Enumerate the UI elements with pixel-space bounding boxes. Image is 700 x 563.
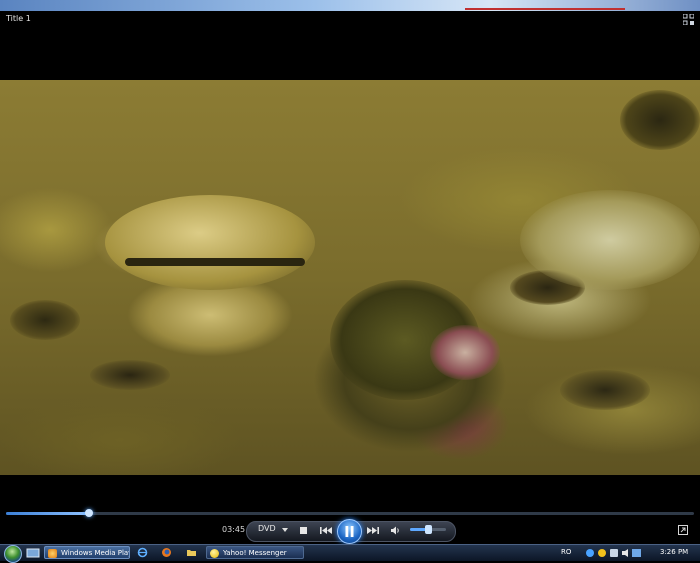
video-mussel-shape (620, 90, 700, 150)
previous-icon[interactable] (319, 525, 333, 536)
dvd-menu-button[interactable]: DVD (258, 524, 276, 533)
switch-to-library-icon[interactable] (678, 525, 688, 535)
tray-app-icon (610, 549, 618, 557)
video-mussel-shape (560, 370, 650, 410)
yahoo-messenger-icon (210, 549, 219, 558)
video-sand-patch (520, 190, 700, 290)
seek-bar-fill (6, 512, 89, 515)
language-indicator[interactable]: RO (561, 548, 571, 556)
pause-icon (345, 526, 354, 537)
media-title: Title 1 (6, 14, 31, 23)
video-shell-shape (125, 258, 305, 266)
internet-explorer-icon[interactable] (137, 547, 148, 558)
tray-volume-icon (622, 549, 628, 557)
speaker-icon[interactable] (390, 525, 401, 536)
firefox-icon[interactable] (161, 547, 172, 558)
taskbar-clock[interactable]: 3:26 PM (660, 548, 688, 556)
tray-messenger-icon (598, 549, 606, 557)
video-mussel-shape (90, 360, 170, 390)
seek-bar[interactable] (6, 509, 694, 517)
volume-slider[interactable] (410, 525, 446, 534)
tray-network-icon (586, 549, 594, 557)
taskbar: Windows Media Player Yahoo! Messenger RO… (0, 544, 700, 563)
media-player-icon (48, 549, 57, 558)
top-strip-accent (465, 8, 625, 10)
taskbar-button-windows-media-player[interactable]: Windows Media Player (44, 546, 130, 559)
player-title-bar: Title 1 (0, 11, 700, 29)
play-pause-button[interactable] (337, 519, 362, 544)
start-button[interactable] (4, 545, 22, 563)
video-claw-shape (430, 325, 500, 380)
video-shell-shape (105, 195, 315, 290)
video-mussel-shape (10, 300, 80, 340)
stop-icon[interactable] (298, 525, 309, 536)
folder-icon[interactable] (186, 547, 197, 558)
chevron-down-icon[interactable] (281, 526, 289, 534)
volume-slider-thumb[interactable] (425, 525, 432, 534)
show-desktop-icon[interactable] (26, 547, 40, 559)
taskbar-button-yahoo-messenger[interactable]: Yahoo! Messenger (206, 546, 304, 559)
next-icon[interactable] (366, 525, 380, 536)
video-frame[interactable] (0, 80, 700, 475)
taskbar-button-label: Windows Media Player (61, 549, 129, 557)
system-tray-icons[interactable] (584, 547, 644, 559)
taskbar-button-label: Yahoo! Messenger (223, 549, 287, 557)
tray-display-icon (632, 549, 641, 557)
fullscreen-icon[interactable] (683, 14, 694, 25)
elapsed-time: 03:45 (222, 525, 246, 534)
window-top-strip (0, 0, 700, 11)
transport-controls: 03:45 DVD (0, 516, 700, 544)
